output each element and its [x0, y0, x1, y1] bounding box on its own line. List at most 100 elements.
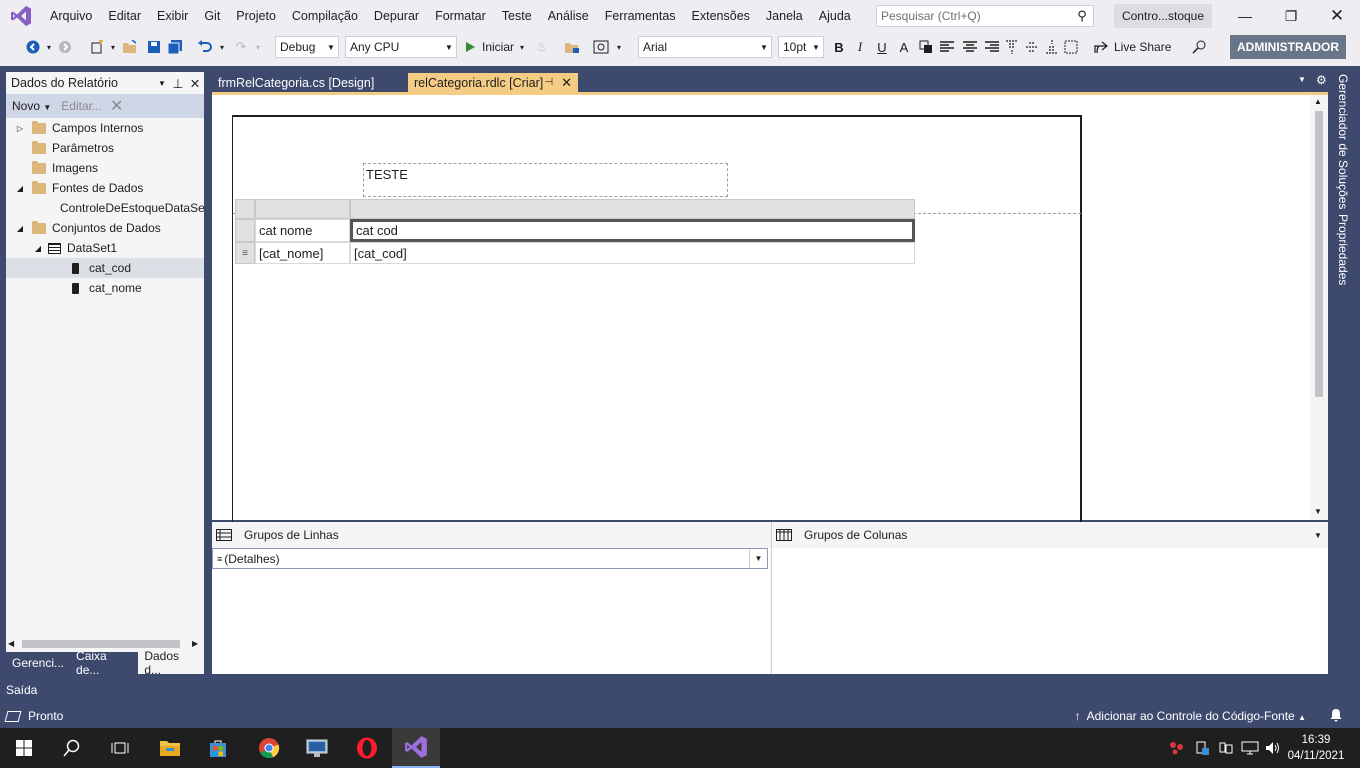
menu-teste[interactable]: Teste: [494, 0, 540, 32]
italic-icon[interactable]: I: [851, 38, 869, 56]
tab-properties[interactable]: Propriedades: [1336, 214, 1350, 285]
tree-item-dataset1[interactable]: ◢ DataSet1: [32, 238, 204, 258]
header-cell-cat-cod[interactable]: cat cod: [350, 219, 915, 242]
scroll-up-icon[interactable]: ▲: [1314, 97, 1322, 106]
column-handle[interactable]: [350, 199, 915, 219]
tree-item-parametros[interactable]: Parâmetros: [14, 138, 204, 158]
notifications-bell-icon[interactable]: [1330, 708, 1342, 725]
chevron-down-icon[interactable]: ▾: [104, 38, 122, 56]
feedback-icon[interactable]: [1190, 38, 1208, 56]
folder-tools-icon[interactable]: [563, 38, 581, 56]
volume-icon[interactable]: [1262, 728, 1284, 768]
opera-icon[interactable]: [343, 728, 391, 768]
menu-extensoes[interactable]: Extensões: [684, 0, 758, 32]
windows-start-icon[interactable]: [0, 728, 48, 768]
tree-item-campos-internos[interactable]: ▷ Campos Internos: [14, 118, 204, 138]
undo-icon[interactable]: [196, 38, 214, 56]
detail-cell-cat-cod[interactable]: [cat_cod]: [350, 242, 915, 264]
pin-icon[interactable]: ⊥: [170, 76, 186, 91]
scroll-thumb[interactable]: [1315, 111, 1323, 397]
menu-git[interactable]: Git: [196, 0, 228, 32]
save-all-icon[interactable]: [166, 38, 184, 56]
pin-icon[interactable]: ⊣: [544, 77, 553, 88]
underline-icon[interactable]: U: [873, 38, 891, 56]
file-explorer-icon[interactable]: [146, 728, 194, 768]
menu-compilacao[interactable]: Compilação: [284, 0, 366, 32]
scroll-down-icon[interactable]: ▼: [1314, 507, 1322, 516]
menu-editar[interactable]: Editar: [100, 0, 149, 32]
tree-item-datasource[interactable]: ControleDeEstoqueDataSet: [52, 198, 204, 218]
align-middle-icon[interactable]: [1023, 38, 1041, 56]
edit-button[interactable]: Editar...: [61, 99, 102, 113]
group-dropdown-icon[interactable]: ▼: [749, 549, 767, 568]
align-left-icon[interactable]: [938, 38, 956, 56]
admin-account-button[interactable]: ADMINISTRADOR: [1230, 35, 1346, 59]
new-button[interactable]: Novo ▼: [12, 99, 51, 113]
live-share-button[interactable]: Live Share: [1094, 38, 1171, 56]
task-view-icon[interactable]: [96, 728, 144, 768]
tab-toolbox[interactable]: Caixa de...: [70, 649, 138, 677]
chevron-down-icon[interactable]: ▾: [249, 38, 267, 56]
tab-solution-explorer-right[interactable]: Gerenciador de Soluções: [1336, 74, 1350, 209]
font-color-icon[interactable]: A: [895, 38, 913, 56]
network-tray-icon[interactable]: [1166, 728, 1188, 768]
chevron-down-icon[interactable]: ▾: [213, 38, 231, 56]
row-handle[interactable]: [235, 219, 255, 242]
align-top-icon[interactable]: [1003, 38, 1021, 56]
align-center-icon[interactable]: [961, 38, 979, 56]
store-icon[interactable]: [194, 728, 242, 768]
menu-analise[interactable]: Análise: [540, 0, 597, 32]
title-textbox[interactable]: TESTE: [363, 163, 728, 197]
background-color-icon[interactable]: [917, 38, 935, 56]
menu-formatar[interactable]: Formatar: [427, 0, 494, 32]
wifi-monitor-icon[interactable]: [1238, 728, 1262, 768]
collapse-icon[interactable]: ◢: [14, 224, 26, 233]
config-select[interactable]: Debug ▼: [275, 36, 339, 58]
column-handle[interactable]: [255, 199, 350, 219]
tab-rel-categoria-rdlc[interactable]: relCategoria.rdlc [Criar] ⊣ ✕: [408, 73, 578, 92]
report-designer-surface[interactable]: TESTE ≡ cat nome cat cod [cat_nome] [cat…: [212, 95, 1328, 535]
tree-item-field-cat-cod[interactable]: cat_cod: [6, 258, 204, 278]
align-bottom-icon[interactable]: [1043, 38, 1061, 56]
maximize-button[interactable]: ❐: [1268, 0, 1314, 32]
open-file-icon[interactable]: [121, 38, 139, 56]
forward-icon[interactable]: [56, 38, 74, 56]
tab-output[interactable]: Saída: [6, 683, 37, 697]
tree-item-imagens[interactable]: Imagens: [14, 158, 204, 178]
header-cell-cat-nome[interactable]: cat nome: [255, 219, 350, 242]
close-tab-icon[interactable]: ✕: [561, 75, 572, 91]
save-icon[interactable]: [145, 38, 163, 56]
remote-desktop-icon[interactable]: [293, 728, 341, 768]
report-table[interactable]: ≡ cat nome cat cod [cat_nome] [cat_cod]: [235, 199, 925, 267]
solution-name-badge[interactable]: Contro...stoque: [1114, 4, 1212, 28]
close-icon[interactable]: ✕: [186, 76, 204, 91]
system-clock[interactable]: 16:39 04/11/2021: [1284, 728, 1348, 768]
report-preview-icon[interactable]: [592, 38, 610, 56]
vertical-scrollbar[interactable]: ▲ ▼: [1310, 95, 1328, 520]
collapse-icon[interactable]: ◢: [14, 184, 26, 193]
table-corner-handle[interactable]: [235, 199, 255, 219]
visual-studio-logo-icon[interactable]: [0, 0, 42, 32]
menu-janela[interactable]: Janela: [758, 0, 811, 32]
menu-arquivo[interactable]: Arquivo: [42, 0, 100, 32]
menu-depurar[interactable]: Depurar: [366, 0, 427, 32]
menu-projeto[interactable]: Projeto: [228, 0, 284, 32]
menu-ajuda[interactable]: Ajuda: [811, 0, 859, 32]
expand-icon[interactable]: ▷: [14, 124, 26, 133]
menu-ferramentas[interactable]: Ferramentas: [597, 0, 684, 32]
visual-studio-taskbar-icon[interactable]: [392, 728, 440, 768]
tab-frm-rel-categoria[interactable]: frmRelCategoria.cs [Design]: [212, 73, 408, 92]
platform-select[interactable]: Any CPU ▼: [345, 36, 457, 58]
scroll-right-icon[interactable]: ▶: [192, 639, 198, 648]
details-group-row[interactable]: ≡ (Detalhes) ▼: [212, 548, 768, 569]
chrome-icon[interactable]: [245, 728, 293, 768]
collapse-icon[interactable]: ◢: [32, 244, 44, 253]
scroll-left-icon[interactable]: ◀: [8, 639, 14, 648]
scroll-thumb[interactable]: [22, 640, 180, 648]
tree-item-conjuntos-de-dados[interactable]: ◢ Conjuntos de Dados: [14, 218, 204, 238]
detail-cell-cat-nome[interactable]: [cat_nome]: [255, 242, 350, 264]
settings-gear-icon[interactable]: ⚙: [1316, 73, 1327, 87]
bold-icon[interactable]: B: [830, 38, 848, 56]
redo-icon[interactable]: ↷: [232, 38, 250, 56]
devices-tray-icon[interactable]: [1214, 728, 1238, 768]
